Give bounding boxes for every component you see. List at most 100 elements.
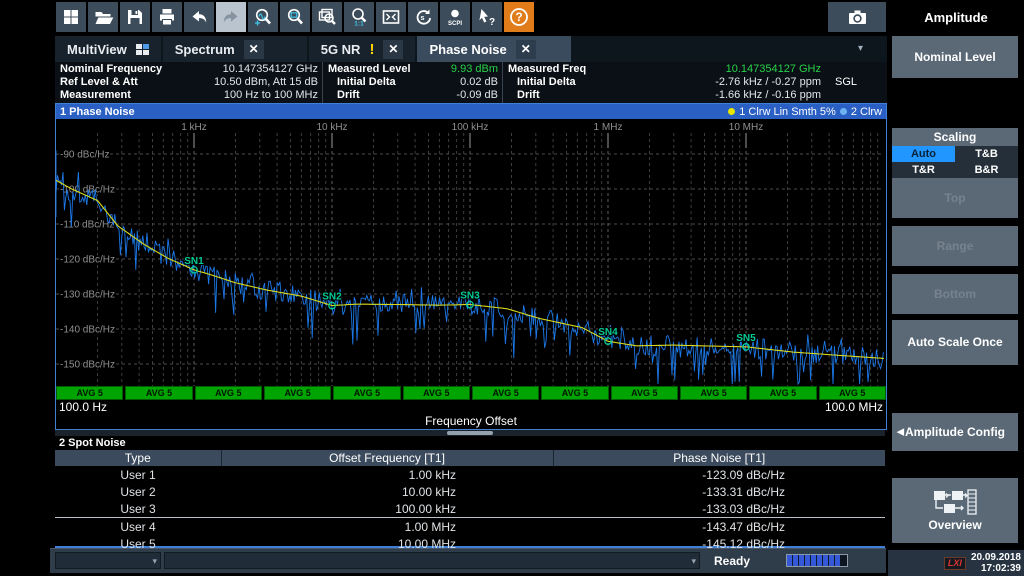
amplitude-config-button[interactable]: ◀ Amplitude Config: [892, 413, 1018, 451]
auto-scale-once-button[interactable]: Auto Scale Once: [892, 320, 1018, 365]
zoom-multi-icon: [316, 6, 338, 28]
trace-legend-label: 2 Clrw: [851, 106, 882, 118]
range-button[interactable]: Range: [892, 226, 1018, 266]
table-title: 2 Spot Noise: [55, 436, 885, 450]
measurement-infobar: Nominal Frequency 10.147354127 GHzRef Le…: [55, 62, 887, 103]
toolbar-context-help-button[interactable]: ?: [472, 2, 502, 32]
spot-noise-window: 2 Spot Noise TypeOffset Frequency [T1]Ph…: [55, 436, 885, 548]
scaling-label: Scaling: [892, 128, 1018, 146]
screenshot-button[interactable]: [828, 2, 886, 32]
column-header: Offset Frequency [T1]: [221, 450, 553, 466]
toolbar-zoom-multi-button[interactable]: [312, 2, 342, 32]
tab-5g-nr[interactable]: 5G NR!✕: [309, 36, 416, 62]
overview-button[interactable]: Overview: [892, 478, 1018, 543]
toolbar-scpi-recorder-button[interactable]: SCPI: [440, 2, 470, 32]
scaling-option-tb[interactable]: T&B: [955, 146, 1018, 162]
avg-segment: AVG 5: [403, 386, 470, 400]
status-ready: Ready: [714, 554, 750, 568]
infobar-col2: Measured Level 9.93 dBmInitial Delta 0.0…: [322, 62, 502, 103]
phase-noise-plot[interactable]: 1 kHz10 kHz100 kHz1 MHz10 MHz-90 dBc/Hz-…: [56, 119, 884, 386]
toolbar-windows-button[interactable]: [56, 2, 86, 32]
toolbar-zoom-1to1-button[interactable]: 1:1: [344, 2, 374, 32]
scaling-option-auto[interactable]: Auto: [892, 146, 955, 162]
status-message-dropdown[interactable]: ▾: [164, 552, 700, 569]
toolbar-zoom-signal-button[interactable]: [248, 2, 278, 32]
svg-text:SN4: SN4: [598, 327, 618, 338]
svg-text:?: ?: [489, 17, 495, 28]
svg-text:10 kHz: 10 kHz: [316, 122, 347, 133]
table-row[interactable]: User 2 10.00 kHz -133.31 dBc/Hz: [55, 483, 885, 500]
avg-segment: AVG 5: [819, 386, 886, 400]
softkey-menu-title: Amplitude: [888, 0, 1024, 34]
table-row[interactable]: User 4 1.00 MHz -143.47 dBc/Hz: [55, 518, 885, 536]
tab-phase-noise[interactable]: Phase Noise✕: [417, 36, 571, 62]
toolbar-save-button[interactable]: [120, 2, 150, 32]
chart-title: 1 Phase Noise: [60, 106, 135, 118]
tab-multiview[interactable]: MultiView: [55, 36, 161, 62]
trace-legend: 1 Clrw Lin Smth 5%2 Clrw: [728, 106, 882, 118]
undo-icon: [188, 6, 210, 28]
windows-icon: [60, 6, 82, 28]
scaling-option-br[interactable]: B&R: [955, 162, 1018, 178]
datetime-panel: LXI 20.09.2018 17:02:39: [888, 550, 1024, 576]
toolbar-help-button[interactable]: ?: [504, 2, 534, 32]
avg-segment: AVG 5: [472, 386, 539, 400]
info-row: Ref Level & Att 10.50 dBm, Att 15 dB: [55, 76, 322, 89]
table-row[interactable]: User 1 1.00 kHz -123.09 dBc/Hz: [55, 466, 885, 483]
close-tab-icon[interactable]: ✕: [383, 40, 403, 59]
alert-icon: !: [369, 41, 374, 58]
column-header: Type: [55, 450, 221, 466]
close-tab-icon[interactable]: ✕: [516, 40, 536, 59]
info-row: Initial Delta 0.02 dB: [323, 76, 502, 89]
avg-segment: AVG 5: [195, 386, 262, 400]
scaling-group: Scaling Auto T&B T&R B&R: [892, 128, 1018, 178]
avg-segment: AVG 5: [56, 386, 123, 400]
toolbar-undo-button[interactable]: [184, 2, 214, 32]
chevron-down-icon: ▾: [691, 556, 696, 567]
open-icon: [92, 6, 114, 28]
print-icon: [156, 6, 178, 28]
table-header-row: TypeOffset Frequency [T1]Phase Noise [T1…: [55, 450, 885, 466]
bottom-button[interactable]: Bottom: [892, 274, 1018, 314]
svg-text:10 MHz: 10 MHz: [729, 122, 763, 133]
table-row[interactable]: User 3 100.00 kHz -133.03 dBc/Hz: [55, 500, 885, 518]
x-axis-stop: 100.0 MHz: [825, 400, 883, 414]
svg-text:?: ?: [515, 10, 522, 24]
svg-text:SN5: SN5: [736, 333, 756, 344]
trace-dot-icon: [728, 108, 735, 115]
average-indicator-bar: AVG 5AVG 5AVG 5AVG 5AVG 5AVG 5AVG 5AVG 5…: [56, 386, 886, 400]
lxi-logo: LXI: [944, 557, 966, 570]
svg-text:-120 dBc/Hz: -120 dBc/Hz: [60, 255, 115, 266]
info-row: Drift -1.66 kHz / -0.16 ppm: [503, 89, 885, 102]
x-axis-range: 100.0 Hz 100.0 MHz: [56, 400, 886, 414]
statusbar: ▾ ▾ Ready: [50, 548, 886, 573]
x-axis-title: Frequency Offset: [56, 414, 886, 428]
toolbar-print-button[interactable]: [152, 2, 182, 32]
redo-icon: [220, 6, 242, 28]
splitter-grip[interactable]: [447, 431, 493, 435]
toolbar-sweep-refresh-button[interactable]: s: [408, 2, 438, 32]
channel-tabbar: MultiViewSpectrum✕5G NR!✕Phase Noise✕: [55, 36, 887, 62]
info-row: Measured Freq 10.147354127 GHz: [503, 63, 885, 76]
toolbar-zoom-area-button[interactable]: [280, 2, 310, 32]
svg-text:SN1: SN1: [184, 256, 204, 267]
infobar-col3: Measured Freq 10.147354127 GHzInitial De…: [502, 62, 885, 103]
svg-text:SN2: SN2: [322, 292, 342, 303]
svg-text:1:1: 1:1: [354, 21, 364, 28]
overview-icon: [932, 488, 978, 516]
info-row: Drift -0.09 dB: [323, 89, 502, 102]
toolbar-display-update-button[interactable]: [376, 2, 406, 32]
status-dropdown-left[interactable]: ▾: [55, 552, 161, 569]
tab-spectrum[interactable]: Spectrum✕: [163, 36, 307, 62]
sweep-refresh-icon: s: [412, 6, 434, 28]
svg-text:-140 dBc/Hz: -140 dBc/Hz: [60, 325, 115, 336]
marker-SN2[interactable]: SN2: [322, 292, 342, 309]
close-tab-icon[interactable]: ✕: [244, 40, 264, 59]
top-button[interactable]: Top: [892, 178, 1018, 218]
softkey-panel: Amplitude Nominal Level Scaling Auto T&B…: [888, 0, 1024, 576]
nominal-level-button[interactable]: Nominal Level: [892, 36, 1018, 78]
infobar-col1: Nominal Frequency 10.147354127 GHzRef Le…: [55, 62, 322, 103]
svg-text:100 kHz: 100 kHz: [452, 122, 489, 133]
toolbar-open-button[interactable]: [88, 2, 118, 32]
scaling-option-tr[interactable]: T&R: [892, 162, 955, 178]
